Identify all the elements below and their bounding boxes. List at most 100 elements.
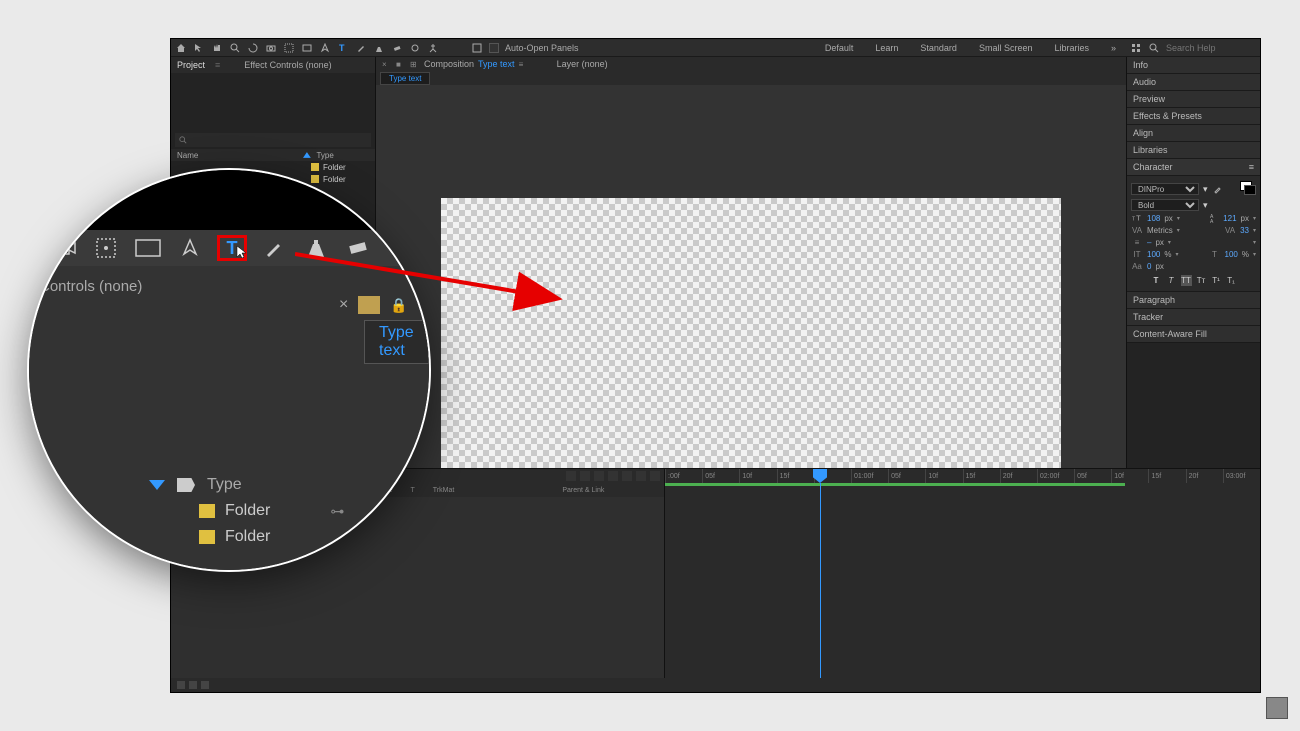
all-caps[interactable]: TT <box>1181 275 1192 286</box>
workspace-libraries[interactable]: Libraries <box>1046 43 1097 53</box>
zoom-eraser-tool-icon[interactable] <box>343 235 373 261</box>
search-icon[interactable] <box>1148 42 1160 54</box>
anchor-tool-icon[interactable] <box>283 42 295 54</box>
zoom-brush-tool-icon[interactable] <box>259 235 289 261</box>
zoom-type-tool-selected[interactable]: T <box>217 235 247 261</box>
section-tracker[interactable]: Tracker <box>1127 309 1260 326</box>
section-info[interactable]: Info <box>1127 57 1260 74</box>
timeline-track-area[interactable] <box>665 483 1260 678</box>
col-trkmat[interactable]: TrkMat <box>433 487 455 494</box>
workspace-more-icon[interactable]: » <box>1103 43 1124 53</box>
zoom-lock-icon[interactable]: 🔒 <box>390 297 407 314</box>
status-icon-a[interactable] <box>177 681 185 689</box>
selection-tool-icon[interactable] <box>193 42 205 54</box>
stroke-over-fill-dd[interactable]: ▾ <box>1253 239 1256 246</box>
kerning-value[interactable]: Metrics <box>1147 226 1173 235</box>
superscript[interactable]: T¹ <box>1211 275 1222 286</box>
type-tool-icon[interactable]: T <box>337 42 349 54</box>
zoom-pen-tool-icon[interactable] <box>175 235 205 261</box>
sort-arrow-icon[interactable] <box>303 152 311 158</box>
baseline-value[interactable]: 0 <box>1147 262 1151 271</box>
tl-fx-icon[interactable] <box>594 471 604 481</box>
comp-close-icon[interactable]: × <box>382 60 392 69</box>
pen-tool-icon[interactable] <box>319 42 331 54</box>
col-parent[interactable]: Parent & Link <box>562 487 604 494</box>
tab-layer[interactable]: Layer (none) <box>557 59 608 69</box>
section-audio[interactable]: Audio <box>1127 74 1260 91</box>
subscript[interactable]: T₁ <box>1226 275 1237 286</box>
zoom-sort-arrow-icon[interactable] <box>149 480 165 490</box>
col-name[interactable]: Name <box>171 151 303 160</box>
workspace-default[interactable]: Default <box>817 43 862 53</box>
zoom-typetext-tab[interactable]: Type text <box>364 320 429 364</box>
tracking-value[interactable]: 33 <box>1240 226 1249 235</box>
puppet-tool-icon[interactable] <box>427 42 439 54</box>
section-preview[interactable]: Preview <box>1127 91 1260 108</box>
eyedropper-icon[interactable] <box>1212 184 1224 194</box>
hand-tool-icon[interactable] <box>211 42 223 54</box>
zoom-camera-tool-icon[interactable] <box>49 235 79 261</box>
search-help-input[interactable] <box>1166 43 1256 53</box>
section-effects-presets[interactable]: Effects & Presets <box>1127 108 1260 125</box>
comp-flow-icon[interactable]: ⊞ <box>410 60 420 69</box>
faux-italic[interactable]: T <box>1166 275 1177 286</box>
zoom-label-tag-icon[interactable] <box>177 478 195 492</box>
time-ruler[interactable]: :00f 05f 10f 15f 20f 01:00f 05f 10f 15f … <box>665 469 1260 483</box>
brush-tool-icon[interactable] <box>355 42 367 54</box>
tl-draft3d-icon[interactable] <box>636 471 646 481</box>
workspace-standard[interactable]: Standard <box>912 43 965 53</box>
project-tab-menu-icon[interactable]: ≡ <box>215 60 220 70</box>
snap-icon[interactable] <box>471 42 483 54</box>
clone-tool-icon[interactable] <box>373 42 385 54</box>
shape-tool-icon[interactable] <box>301 42 313 54</box>
tab-project[interactable]: Project <box>177 60 205 70</box>
font-family-select[interactable]: DINPro <box>1131 183 1199 195</box>
tab-composition-name[interactable]: Type text <box>478 59 515 69</box>
status-icon-b[interactable] <box>189 681 197 689</box>
tl-render-icon[interactable] <box>650 471 660 481</box>
comp-subtab-typetext[interactable]: Type text <box>380 72 430 85</box>
section-libraries[interactable]: Libraries <box>1127 142 1260 159</box>
tab-composition-prefix[interactable]: Composition <box>424 59 474 69</box>
section-content-aware[interactable]: Content-Aware Fill <box>1127 326 1260 343</box>
zoom-anchor-tool-icon[interactable] <box>91 235 121 261</box>
workspace-small-screen[interactable]: Small Screen <box>971 43 1041 53</box>
comp-tab-menu-icon[interactable]: ≡ <box>519 60 529 69</box>
current-time-indicator[interactable] <box>820 483 821 678</box>
project-filter[interactable] <box>175 133 371 147</box>
section-align[interactable]: Align <box>1127 125 1260 142</box>
tl-search-icon[interactable] <box>566 471 576 481</box>
eraser-tool-icon[interactable] <box>391 42 403 54</box>
home-icon[interactable] <box>175 42 187 54</box>
workspace-learn[interactable]: Learn <box>867 43 906 53</box>
hscale-value[interactable]: 100 <box>1225 250 1238 259</box>
tl-mb-icon[interactable] <box>608 471 618 481</box>
faux-bold[interactable]: T <box>1151 275 1162 286</box>
zoom-type-col[interactable]: Type <box>207 476 242 494</box>
tab-effect-controls[interactable]: Effect Controls (none) <box>244 60 331 70</box>
vscale-value[interactable]: 100 <box>1147 250 1160 259</box>
rotate-tool-icon[interactable] <box>247 42 259 54</box>
small-caps[interactable]: Tᴛ <box>1196 275 1207 286</box>
leading-value[interactable]: 121 <box>1223 214 1236 223</box>
auto-open-checkbox[interactable] <box>489 43 499 53</box>
zoom-shape-tool-icon[interactable] <box>133 235 163 261</box>
section-paragraph[interactable]: Paragraph <box>1127 292 1260 309</box>
camera-tool-icon[interactable] <box>265 42 277 54</box>
workspace-grid-icon[interactable] <box>1130 42 1142 54</box>
roto-tool-icon[interactable] <box>409 42 421 54</box>
stroke-value[interactable]: – <box>1147 238 1151 247</box>
col-type[interactable]: Type <box>316 151 375 160</box>
tl-shy-icon[interactable] <box>580 471 590 481</box>
panel-menu-icon[interactable]: ≡ <box>1249 162 1254 172</box>
zoom-tool-icon[interactable] <box>229 42 241 54</box>
zoom-flow-icon[interactable]: ⊶ <box>330 503 344 520</box>
font-style-select[interactable]: Bold <box>1131 199 1199 211</box>
zoom-folder-label[interactable]: Folder <box>225 528 270 546</box>
avatar[interactable] <box>1266 697 1288 719</box>
color-swatch[interactable] <box>1238 181 1256 197</box>
zoom-folder-label[interactable]: Folder <box>225 502 270 520</box>
status-icon-c[interactable] <box>201 681 209 689</box>
font-size-value[interactable]: 108 <box>1147 214 1160 223</box>
comp-lock-icon[interactable]: ■ <box>396 60 406 69</box>
